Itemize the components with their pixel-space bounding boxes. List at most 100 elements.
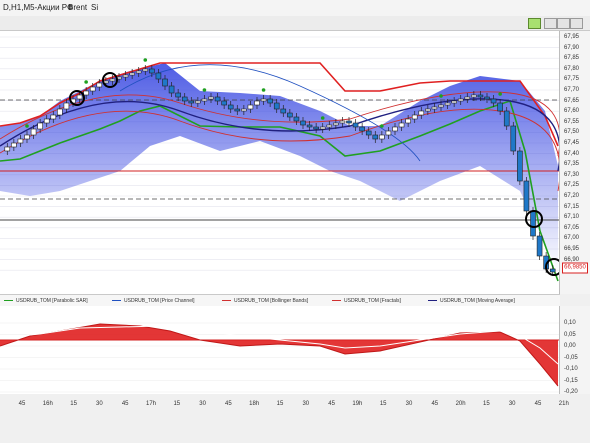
price-axis-label: 67,50 — [564, 129, 580, 136]
candle — [280, 108, 287, 114]
legend-item[interactable]: USDRUB_TOM [Price Channel] — [112, 298, 195, 304]
price-axis-label: 67,20 — [564, 193, 580, 199]
candle — [24, 134, 30, 140]
candle — [451, 100, 457, 104]
oscillator-panel[interactable] — [0, 306, 560, 394]
candle — [392, 126, 398, 132]
legend-swatch — [428, 300, 437, 302]
candle — [37, 122, 43, 130]
window-minimize-icon[interactable] — [544, 18, 557, 29]
fractal-marker — [439, 94, 443, 98]
oscillator-canvas — [0, 322, 560, 393]
window-maximize-icon[interactable] — [557, 18, 570, 29]
candle — [477, 94, 484, 98]
tab-si[interactable]: Si — [91, 3, 98, 12]
fractal-marker — [320, 116, 325, 120]
price-axis-label: 67,00 — [564, 235, 580, 242]
legend-item[interactable]: USDRUB_TOM [Moving Average] — [428, 298, 515, 304]
candle — [17, 138, 24, 144]
candle — [313, 126, 319, 130]
trading-terminal-window: D,H1,M5-Акции РФ Brent Si 67,95 67,90 67… — [0, 0, 590, 443]
time-axis-label: 30 — [405, 401, 413, 407]
price-axis-label: 67,55 — [564, 118, 580, 125]
price-axis-label: 67,45 — [564, 140, 580, 146]
candle — [471, 94, 477, 98]
candle — [306, 124, 313, 128]
time-axis-label: 45 — [18, 401, 26, 407]
candle — [464, 96, 471, 100]
time-axis-label: 15 — [173, 401, 181, 407]
time-axis-label: 15 — [379, 401, 387, 407]
price-axis-label: 67,60 — [564, 108, 580, 115]
candle — [89, 86, 96, 92]
price-chart[interactable] — [0, 31, 563, 294]
candle — [260, 98, 267, 102]
tab-stocks[interactable]: D,H1,M5-Акции РФ — [3, 3, 73, 12]
time-axis-label: 45 — [225, 401, 232, 407]
candle — [503, 110, 510, 127]
fractal-marker — [498, 92, 502, 96]
time-axis-label: 15 — [276, 401, 284, 407]
chart-tool-icon[interactable] — [528, 18, 541, 29]
candle — [135, 70, 142, 74]
candle — [43, 118, 50, 124]
candle — [385, 130, 392, 136]
candle — [76, 94, 83, 100]
candle — [405, 118, 411, 124]
candle — [418, 110, 425, 116]
candle — [195, 100, 201, 104]
candle — [63, 102, 70, 110]
oscillator-axis-label: -0,05 — [564, 354, 578, 361]
candle — [425, 108, 431, 112]
price-axis-label: 67,70 — [564, 87, 580, 93]
candle — [359, 126, 365, 132]
legend-swatch — [332, 300, 341, 302]
price-axis-label: 67,85 — [564, 55, 580, 62]
candle — [365, 130, 372, 136]
price-axis-label: 67,30 — [564, 171, 580, 178]
candle — [319, 126, 326, 130]
price-axis-label: 67,75 — [564, 76, 580, 83]
time-axis-label: 45 — [431, 401, 439, 407]
legend-swatch — [222, 300, 231, 302]
candle — [122, 74, 129, 78]
candle — [241, 108, 247, 112]
candle — [457, 98, 464, 102]
candle — [267, 98, 273, 104]
price-axis-label: 67,35 — [564, 161, 580, 168]
time-axis-label: 21h — [558, 401, 569, 407]
oscillator-axis-label: -0,10 — [564, 366, 578, 372]
window-close-icon[interactable] — [570, 18, 583, 29]
candle — [398, 122, 405, 128]
candle — [149, 68, 155, 74]
legend-item[interactable]: USDRUB_TOM [Bollinger Bands] — [222, 298, 308, 304]
candle — [221, 100, 227, 106]
legend-item[interactable]: USDRUB_TOM [Fractals] — [332, 298, 401, 304]
candle — [188, 100, 195, 104]
candle — [523, 180, 530, 212]
candle — [431, 106, 438, 110]
candle — [57, 108, 63, 116]
price-axis-label: 67,90 — [564, 44, 580, 51]
candle — [339, 120, 346, 124]
candle — [379, 134, 385, 140]
candle — [96, 82, 103, 88]
candle — [438, 104, 444, 108]
legend-item[interactable]: USDRUB_TOM [Parabolic SAR] — [4, 298, 88, 304]
candle — [30, 128, 37, 136]
price-axis-label: 67,40 — [564, 150, 580, 157]
time-axis-label: 45 — [534, 401, 542, 407]
candle — [510, 125, 517, 152]
candle — [214, 96, 221, 102]
price-axis-label: 67,05 — [564, 224, 580, 231]
time-axis-label: 19h — [352, 401, 363, 407]
candle — [490, 98, 497, 104]
time-axis: 45 16h 15 30 45 17h 15 30 45 18h 15 30 45 19h 15 30 45 20… — [0, 394, 590, 443]
tab-brent[interactable]: Brent — [68, 3, 87, 12]
legend-label: USDRUB_TOM [Moving Average] — [440, 298, 515, 304]
candle — [497, 102, 503, 112]
fractal-marker — [380, 124, 384, 128]
candle — [372, 134, 379, 140]
candle — [287, 112, 293, 118]
price-chart-canvas — [0, 36, 563, 282]
